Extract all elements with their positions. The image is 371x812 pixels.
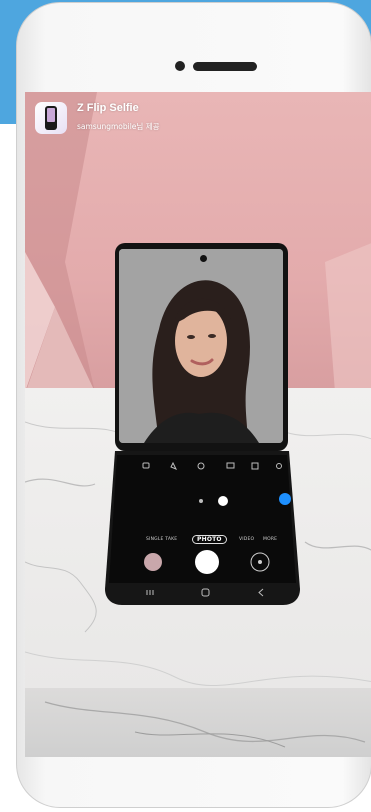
mini-phone-shape	[45, 106, 57, 130]
lower-camera-controls: SINGLE TAKE PHOTO VIDEO MORE	[103, 451, 302, 605]
story-screen[interactable]: SINGLE TAKE PHOTO VIDEO MORE Z Flip Self…	[25, 92, 371, 757]
camera-ui-panel	[105, 451, 300, 605]
app-title[interactable]: Z Flip Selfie	[77, 102, 139, 114]
app-phone-icon[interactable]	[35, 102, 67, 134]
mode-video[interactable]: VIDEO	[239, 537, 254, 542]
camera-mode-selector: SINGLE TAKE PHOTO VIDEO MORE	[146, 535, 277, 547]
punch-hole-camera-icon	[200, 255, 207, 262]
galaxy-z-flip-device: SINGLE TAKE PHOTO VIDEO MORE	[103, 243, 302, 605]
mini-phone-screen	[47, 108, 55, 122]
story-header[interactable]: Z Flip Selfie samsungmobile님 제공	[25, 92, 371, 152]
phone-frame: SINGLE TAKE PHOTO VIDEO MORE Z Flip Self…	[16, 2, 371, 808]
app-subtitle: samsungmobile님 제공	[77, 122, 160, 131]
speaker-grille	[193, 62, 257, 71]
selfie-portrait-image	[119, 249, 283, 443]
selfie-preview	[119, 249, 283, 443]
upper-display-half	[115, 243, 288, 451]
front-camera-icon	[175, 61, 185, 71]
mode-single-take[interactable]: SINGLE TAKE	[146, 537, 177, 542]
earpiece-speaker	[175, 61, 260, 71]
mode-photo[interactable]: PHOTO	[192, 535, 227, 544]
mode-more[interactable]: MORE	[263, 537, 277, 542]
